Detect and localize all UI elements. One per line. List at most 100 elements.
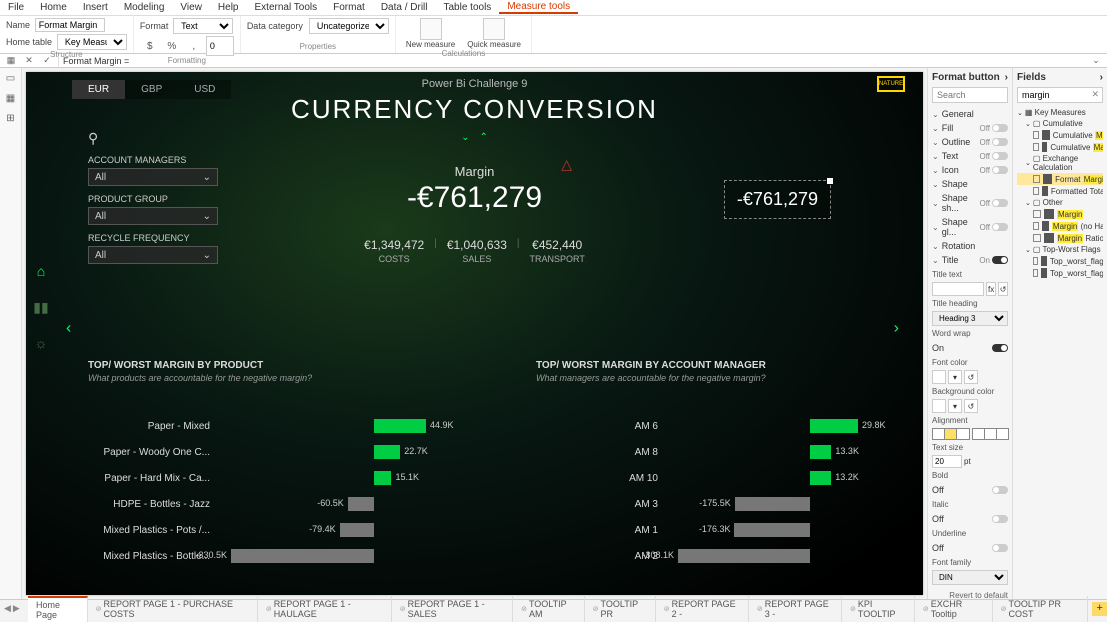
format-row-shape[interactable]: ⌄Shape [932, 177, 1008, 191]
bar-row[interactable]: AM 3-175.5K [536, 491, 906, 517]
checkbox[interactable] [1033, 222, 1039, 230]
underline-toggle[interactable] [990, 544, 1008, 552]
selected-card-visual[interactable]: -€761,279 [724, 180, 831, 219]
page-tab[interactable]: Home Page [28, 596, 88, 622]
quick-measure-button[interactable]: Quick measure [463, 18, 525, 49]
format-row-shape-sh-[interactable]: ⌄Shape sh...Off [932, 191, 1008, 215]
bar-row[interactable]: AM 1-176.3K [536, 517, 906, 543]
add-page-button[interactable]: + [1092, 602, 1107, 616]
filter-select-pg[interactable]: All⌄ [88, 207, 218, 225]
menu-help[interactable]: Help [210, 2, 247, 13]
page-tab[interactable]: ⊘TOOLTIP PR COST [993, 596, 1089, 622]
bar-row[interactable]: AM 1013.2K [536, 465, 906, 491]
page-tab[interactable]: ⊘REPORT PAGE 3 - [749, 596, 842, 622]
filter-icon[interactable]: ⚲ [88, 130, 236, 147]
revert-icon[interactable]: ↺ [998, 282, 1008, 296]
checkbox[interactable] [1033, 143, 1039, 151]
checkbox[interactable] [1033, 187, 1039, 195]
bg-color-swatch[interactable] [932, 399, 946, 413]
word-wrap-toggle[interactable] [990, 344, 1008, 352]
currency-tab-usd[interactable]: USD [178, 80, 231, 99]
new-measure-button[interactable]: New measure [402, 18, 459, 49]
format-row-general[interactable]: ⌄General [932, 107, 1008, 121]
data-view-icon[interactable]: ▦ [3, 90, 19, 106]
bar-row[interactable]: Mixed Plastics - Bottle...-330.5K [88, 543, 478, 569]
menu-file[interactable]: File [0, 2, 32, 13]
chart-nav-icon[interactable]: ▮▮ [32, 298, 50, 316]
field-item[interactable]: Cumulative Margin [1017, 129, 1103, 141]
menu-measure-tools[interactable]: Measure tools [499, 1, 578, 14]
bar-chart-manager[interactable]: AM 629.8KAM 813.3KAM 1013.2KAM 3-175.5KA… [536, 413, 906, 569]
group-header[interactable]: ⌄▢ Cumulative [1017, 118, 1103, 129]
home-table-select[interactable]: Key Measures [57, 34, 127, 50]
format-row-rotation[interactable]: ⌄Rotation [932, 239, 1008, 253]
field-item[interactable]: Formatted Total Margin [1017, 185, 1103, 197]
tabs-scroll-right[interactable]: ▶ [13, 603, 20, 614]
group-header[interactable]: ⌄▢ Top-Worst Flags [1017, 244, 1103, 255]
bar-row[interactable]: HDPE - Bottles - Jazz-60.5K [88, 491, 478, 517]
revert-icon[interactable]: ↺ [964, 370, 978, 384]
checkbox[interactable] [1033, 257, 1038, 265]
field-item[interactable]: Margin Ratio [1017, 232, 1103, 244]
page-tab[interactable]: ⊘EXCHR Tooltip [915, 596, 993, 622]
title-text-input[interactable] [932, 282, 984, 296]
currency-format-button[interactable]: $ [140, 36, 160, 56]
tip-nav-icon[interactable]: ☼ [32, 334, 50, 352]
model-view-icon[interactable]: ⊞ [3, 110, 19, 126]
formula-input[interactable]: Format Margin = [58, 56, 1085, 66]
checkbox[interactable] [1033, 234, 1041, 242]
format-row-shape-gl-[interactable]: ⌄Shape gl...Off [932, 215, 1008, 239]
tabs-scroll-left[interactable]: ◀ [4, 603, 11, 614]
collapse-chevrons[interactable]: ⌄ ⌃ [461, 132, 488, 143]
page-tab[interactable]: ⊘REPORT PAGE 1 - HAULAGE [258, 596, 392, 622]
bar-row[interactable]: AM 629.8K [536, 413, 906, 439]
comma-format-button[interactable]: , [184, 36, 204, 56]
decimals-input[interactable] [206, 36, 234, 56]
menu-external-tools[interactable]: External Tools [247, 2, 326, 13]
field-item[interactable]: Top_worst_flag AM Margin [1017, 255, 1103, 267]
expand-icon[interactable]: ⌄ [1089, 55, 1103, 66]
page-tab[interactable]: ⊘REPORT PAGE 2 - [656, 596, 749, 622]
bar-row[interactable]: Mixed Plastics - Pots /...-79.4K [88, 517, 478, 543]
bold-toggle[interactable] [990, 486, 1008, 494]
format-row-outline[interactable]: ⌄OutlineOff [932, 135, 1008, 149]
currency-tab-eur[interactable]: EUR [72, 80, 125, 99]
field-item[interactable]: Margin [1017, 208, 1103, 220]
page-tab[interactable]: ⊘REPORT PAGE 1 - SALES [392, 596, 513, 622]
group-header[interactable]: ⌄▢ Other [1017, 197, 1103, 208]
table-header[interactable]: ⌄▦ Key Measures [1017, 107, 1103, 118]
format-search-input[interactable] [932, 87, 1008, 103]
report-view-icon[interactable]: ▭ [3, 70, 19, 86]
font-color-swatch[interactable] [932, 370, 946, 384]
home-nav-icon[interactable]: ⌂ [32, 262, 50, 280]
data-category-select[interactable]: Uncategorized [309, 18, 389, 34]
field-item[interactable]: Margin (no Haulage) [1017, 220, 1103, 232]
alignment-buttons[interactable] [932, 428, 1008, 440]
menu-table-tools[interactable]: Table tools [436, 2, 500, 13]
resize-handle[interactable] [827, 178, 833, 184]
bar-row[interactable]: Paper - Woody One C...22.7K [88, 439, 478, 465]
currency-tab-gbp[interactable]: GBP [125, 80, 178, 99]
field-item[interactable]: Format Margin [1017, 173, 1103, 185]
nav-arrow-right[interactable]: › [894, 319, 899, 337]
page-tab[interactable]: ⊘REPORT PAGE 1 - PURCHASE COSTS [88, 596, 258, 622]
menu-view[interactable]: View [172, 2, 210, 13]
checkbox[interactable] [1033, 175, 1040, 183]
menu-format[interactable]: Format [325, 2, 373, 13]
field-item[interactable]: Top_worst_flag Product M [1017, 267, 1103, 279]
close-icon[interactable]: ✕ [22, 55, 36, 66]
format-row-text[interactable]: ⌄TextOff [932, 149, 1008, 163]
format-row-fill[interactable]: ⌄FillOff [932, 121, 1008, 135]
percent-format-button[interactable]: % [162, 36, 182, 56]
table-icon[interactable]: ▦ [4, 55, 18, 66]
page-tab[interactable]: ⊘TOOLTIP PR [585, 596, 656, 622]
revert-icon[interactable]: ↺ [964, 399, 978, 413]
italic-toggle[interactable] [990, 515, 1008, 523]
checkbox[interactable] [1033, 269, 1038, 277]
filter-select-rf[interactable]: All⌄ [88, 246, 218, 264]
bar-row[interactable]: Paper - Hard Mix - Ca...15.1K [88, 465, 478, 491]
bar-row[interactable]: AM 2-308.1K [536, 543, 906, 569]
bar-row[interactable]: AM 813.3K [536, 439, 906, 465]
page-tab[interactable]: ⊘KPI TOOLTIP [842, 596, 915, 622]
clear-search-icon[interactable]: ✕ [1091, 89, 1099, 100]
